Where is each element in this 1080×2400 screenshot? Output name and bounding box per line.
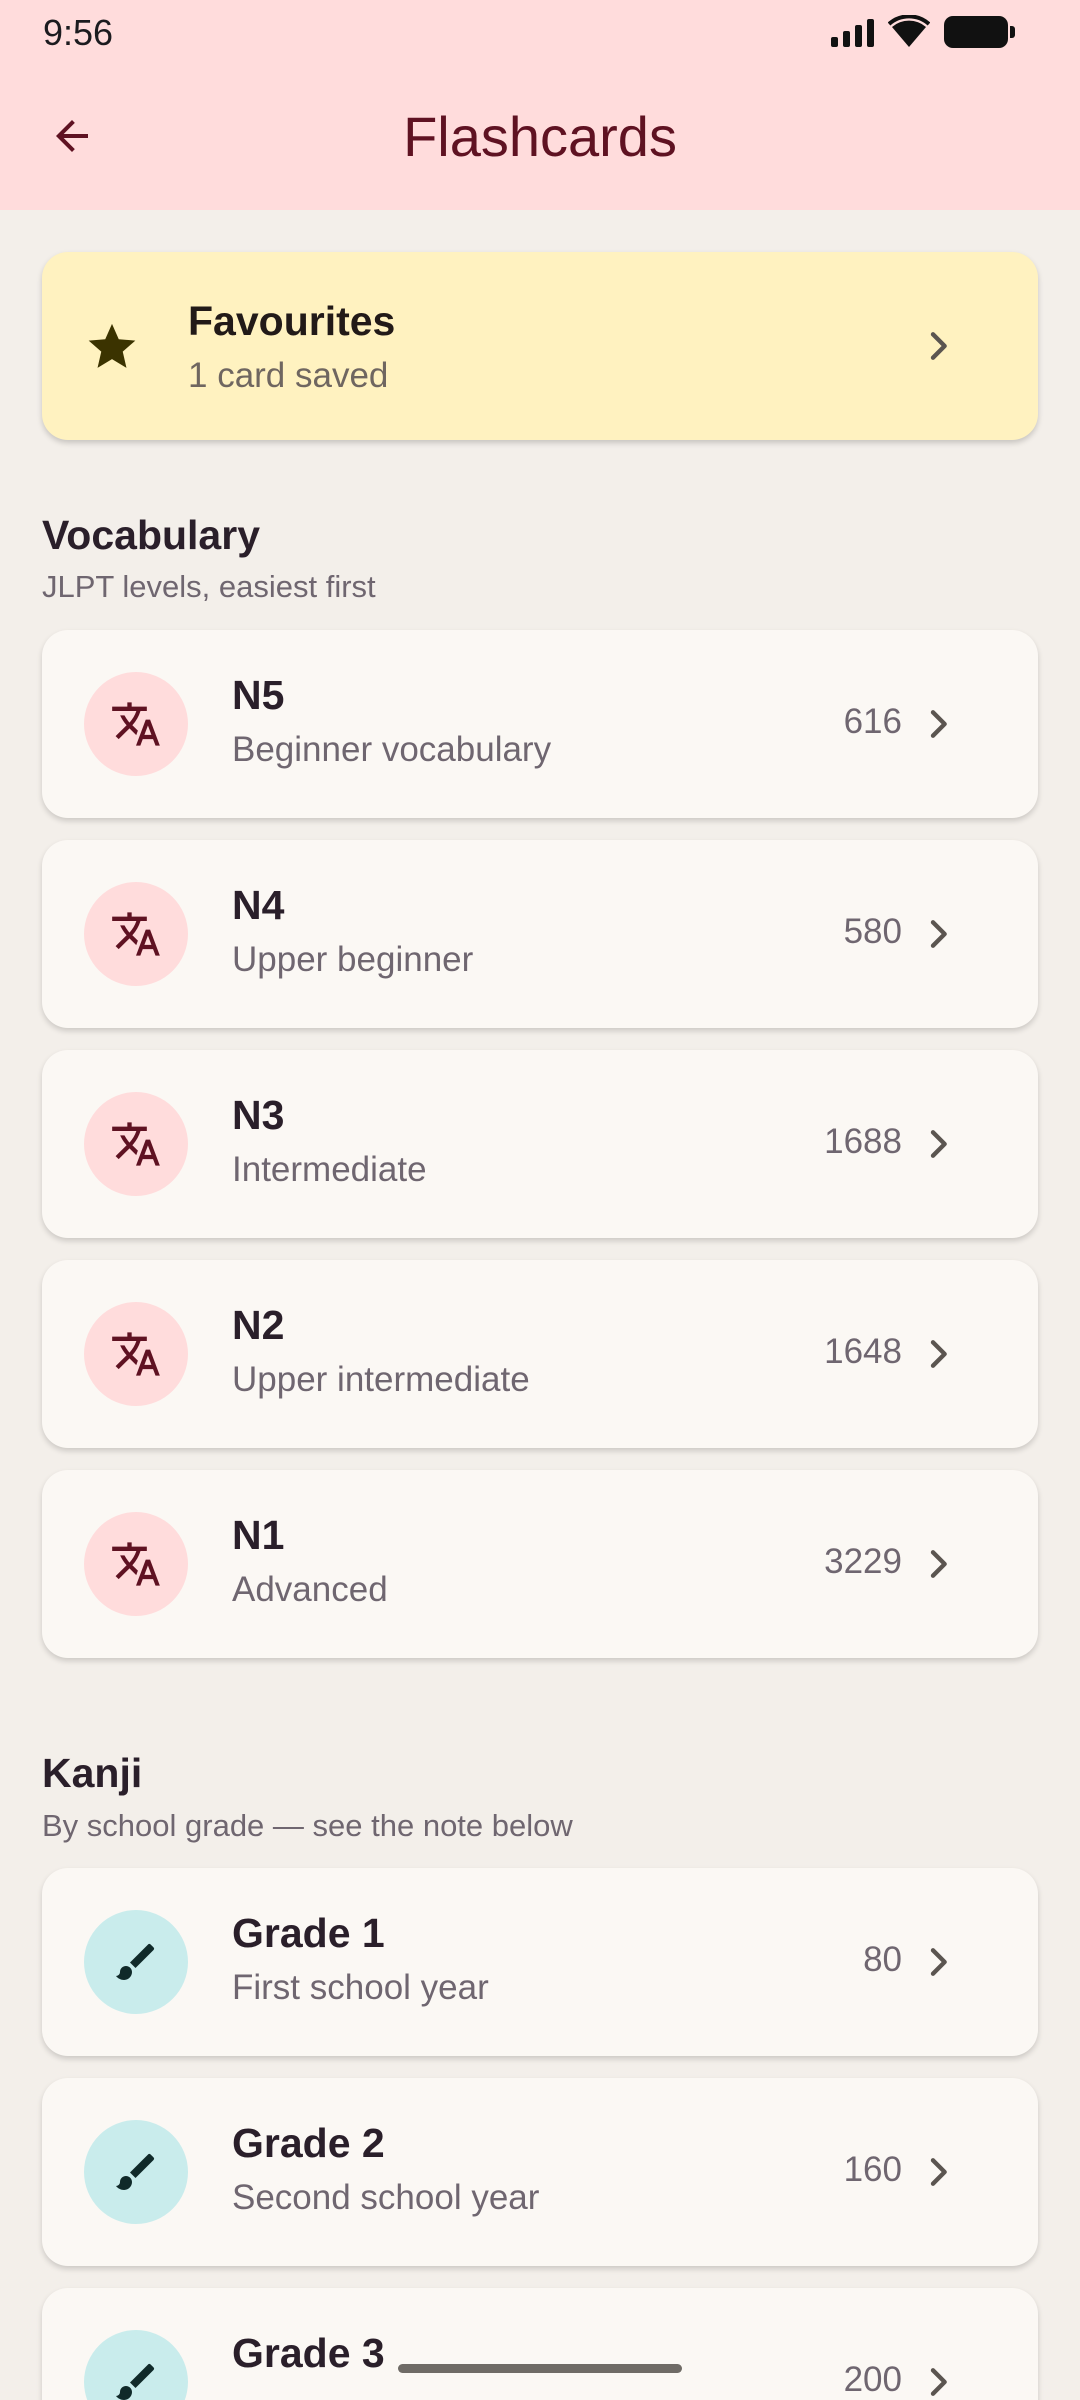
card-title: N5 [232,672,285,718]
favourites-card[interactable]: Favourites 1 card saved [42,252,1038,440]
wifi-icon [888,15,930,47]
chevron-right-icon [930,710,947,738]
card-subtitle: Intermediate [232,1150,427,1189]
kanji-section-subtitle: By school grade — see the note below [42,1808,573,1843]
chevron-right-icon [930,1948,947,1976]
chevron-right-icon [930,920,947,948]
vocab-card-n3[interactable]: N3 Intermediate 1688 [42,1050,1038,1238]
page-title: Flashcards [403,105,677,168]
card-subtitle: First school year [232,1968,489,2007]
vocab-card-n4[interactable]: N4 Upper beginner 580 [42,840,1038,1028]
favourites-subtitle: 1 card saved [188,356,389,395]
kanji-card-grade-3[interactable]: Grade 3 200 [42,2288,1038,2400]
kanji-section-title: Kanji [42,1750,143,1796]
vocab-card-n5[interactable]: N5 Beginner vocabulary 616 [42,630,1038,818]
card-count: 616 [843,702,902,741]
card-subtitle: Upper intermediate [232,1360,530,1399]
card-count: 580 [843,912,902,951]
card-count: 1688 [824,1122,902,1161]
top-app-bar: 9:56 Flashcards [0,0,1080,210]
card-subtitle: Second school year [232,2178,540,2217]
card-subtitle: Upper beginner [232,940,474,979]
card-title: N1 [232,1512,285,1558]
star-icon [88,323,136,368]
brush-icon [84,2330,188,2400]
translate-icon [84,1092,188,1196]
kanji-card-grade-2[interactable]: Grade 2 Second school year 160 [42,2078,1038,2266]
kanji-card-grade-1[interactable]: Grade 1 First school year 80 [42,1868,1038,2056]
card-subtitle: Advanced [232,1570,388,1609]
card-title: Grade 2 [232,2120,385,2166]
chevron-right-icon [930,1340,947,1368]
vocabulary-section-title: Vocabulary [42,512,260,558]
flashcards-screen: 9:56 Flashcards Favourites 1 card saved [0,0,1080,2400]
vocabulary-section-subtitle: JLPT levels, easiest first [42,569,376,604]
signal-icon [831,17,874,47]
chevron-right-icon [930,2368,947,2396]
translate-icon [84,882,188,986]
card-count: 80 [863,1940,902,1979]
card-title: Grade 1 [232,1910,385,1956]
translate-icon [84,1512,188,1616]
brush-icon [84,1910,188,2014]
card-subtitle: Beginner vocabulary [232,730,552,769]
card-title: N2 [232,1302,285,1348]
card-title: N4 [232,882,285,928]
vocab-card-n2[interactable]: N2 Upper intermediate 1648 [42,1260,1038,1448]
chevron-right-icon [930,1550,947,1578]
status-icons [831,12,1015,52]
card-count: 160 [843,2150,902,2189]
battery-icon [944,16,1015,48]
card-title: N3 [232,1092,285,1138]
favourites-title: Favourites [188,298,396,344]
translate-icon [84,1302,188,1406]
home-indicator[interactable] [398,2364,682,2373]
brush-icon [84,2120,188,2224]
chevron-right-icon [930,332,947,360]
chevron-right-icon [930,2158,947,2186]
card-count: 200 [843,2360,902,2399]
vocab-card-n1[interactable]: N1 Advanced 3229 [42,1470,1038,1658]
card-count: 3229 [824,1542,902,1581]
card-count: 1648 [824,1332,902,1371]
status-time: 9:56 [43,12,114,53]
card-title: Grade 3 [232,2330,385,2376]
chevron-right-icon [930,1130,947,1158]
translate-icon [84,672,188,776]
